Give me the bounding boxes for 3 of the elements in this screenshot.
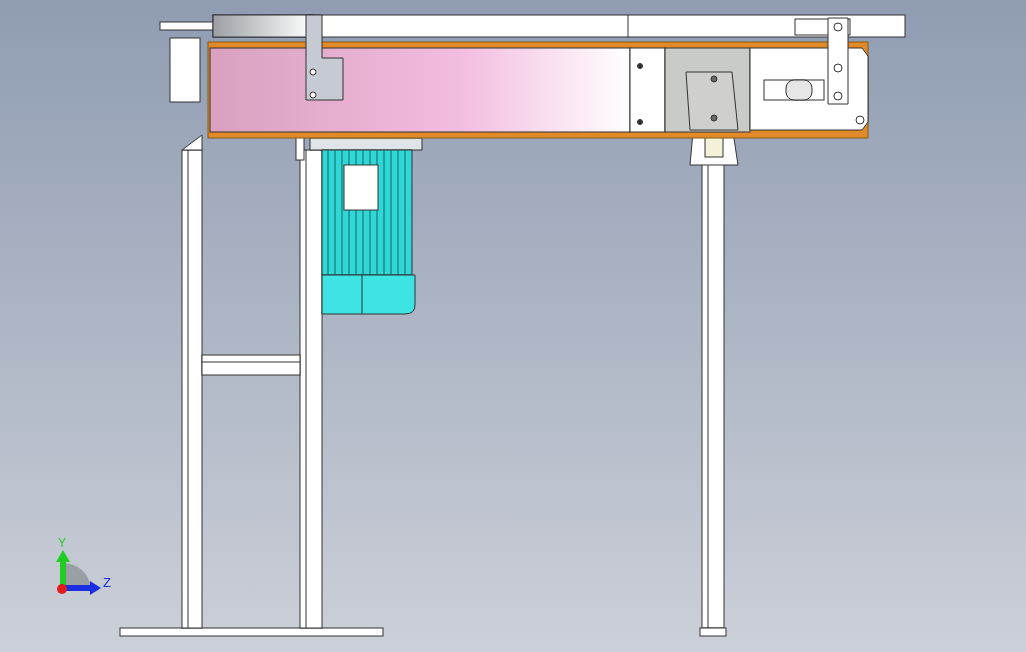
x-axis-dot-icon: [57, 584, 67, 594]
axis-label: Y: [58, 536, 66, 550]
axis-label: Z: [103, 575, 111, 590]
